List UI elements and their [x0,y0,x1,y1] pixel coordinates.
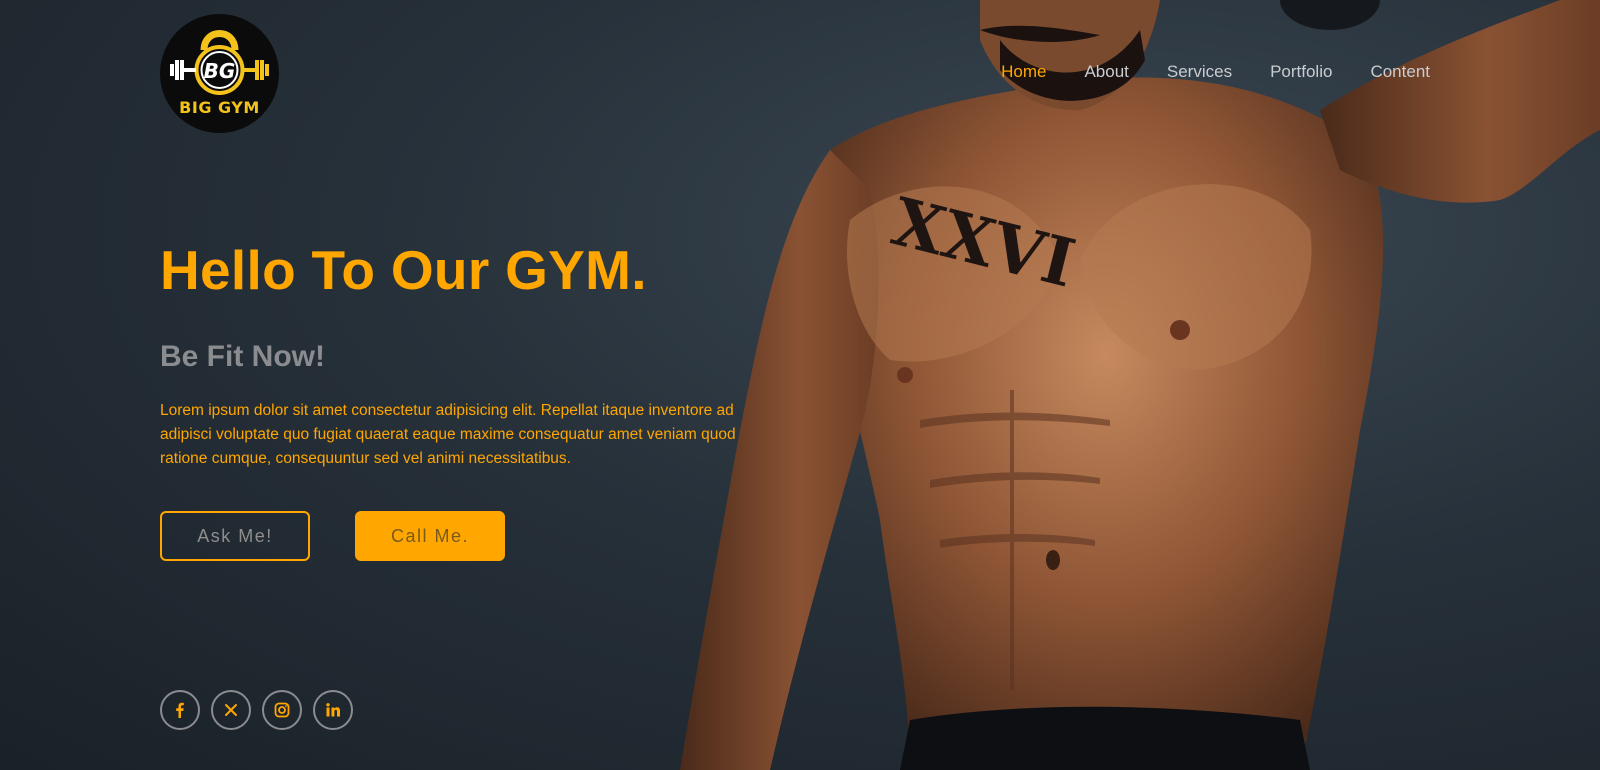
nav-portfolio[interactable]: Portfolio [1270,62,1332,82]
hero-image: XXVI [680,0,1600,770]
social-links [160,690,353,730]
ask-me-button[interactable]: Ask Me! [160,511,310,561]
instagram-icon[interactable] [262,690,302,730]
linkedin-icon[interactable] [313,690,353,730]
hero-description: Lorem ipsum dolor sit amet consectetur a… [160,402,736,467]
nav-about[interactable]: About [1084,62,1128,82]
brand-logo[interactable]: BG BIG GYM [160,14,279,133]
nav-content[interactable]: Content [1370,62,1430,82]
hero-title: Hello To Our GYM. [160,239,647,301]
brand-name: BIG GYM [179,98,260,117]
hero-subtitle: Be Fit Now! [160,340,325,373]
nav-home[interactable]: Home [1001,62,1046,82]
svg-text:BG: BG [204,59,236,83]
call-me-button[interactable]: Call Me. [355,511,505,561]
nav-services[interactable]: Services [1167,62,1232,82]
landing-page: XXVI BG BIG GYM Home About Services Port… [0,0,1600,770]
x-icon[interactable] [211,690,251,730]
facebook-icon[interactable] [160,690,200,730]
main-nav: Home About Services Portfolio Content [1001,62,1430,82]
